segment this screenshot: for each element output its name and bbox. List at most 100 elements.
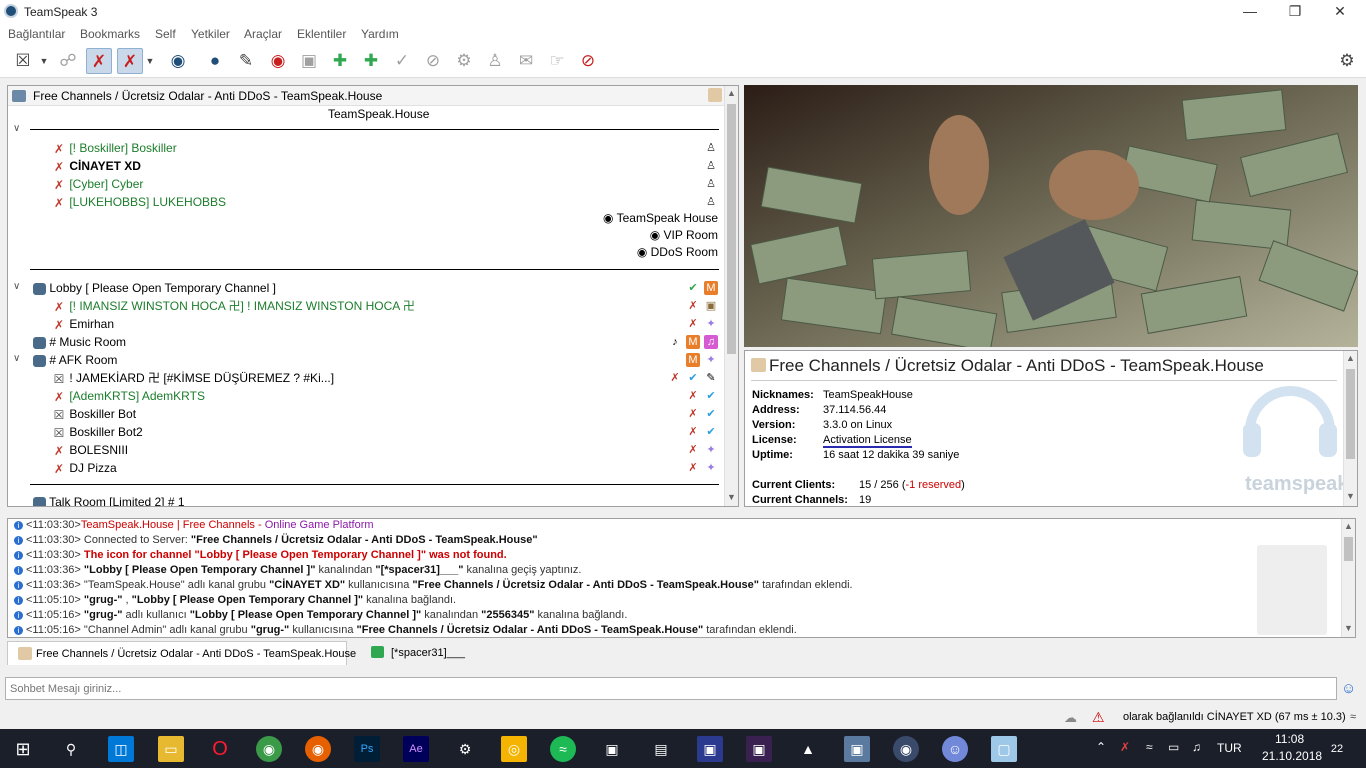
battery-icon[interactable]: ▭ <box>1168 740 1179 754</box>
chat-message-input[interactable] <box>5 677 1337 700</box>
collapse-toggle-icon[interactable]: ∨ <box>13 353 20 364</box>
subscribe-icon[interactable]: ✓ <box>389 48 415 74</box>
menu-araclar[interactable]: Araçlar <box>244 27 282 41</box>
network-app-icon[interactable]: ▣ <box>599 736 625 762</box>
record-icon[interactable]: ◉ <box>265 48 291 74</box>
license-link[interactable]: Activation License <box>823 434 912 448</box>
client-row[interactable]: ✗ BOLESNIII <box>52 441 128 459</box>
opera-icon[interactable]: O <box>207 736 233 762</box>
menu-self[interactable]: Self <box>155 27 176 41</box>
client-row[interactable]: ✗ [AdemKRTS] AdemKRTS <box>52 387 205 405</box>
log-scrollbar[interactable]: ▲ ▼ <box>1341 519 1355 637</box>
restore-button[interactable]: ❐ <box>1275 2 1315 22</box>
menu-bookmarks[interactable]: Bookmarks <box>80 27 140 41</box>
emoji-icon[interactable]: ☺ <box>1341 680 1356 697</box>
app-icon[interactable]: ▣ <box>844 736 870 762</box>
video-app-icon[interactable]: ▤ <box>648 736 674 762</box>
windows-start-icon[interactable]: ⊞ <box>10 736 36 762</box>
tab-channel[interactable]: [*spacer31]___ <box>363 641 473 665</box>
client-row[interactable]: ✗ DJ Pizza <box>52 459 117 477</box>
firefox-icon[interactable]: ◉ <box>305 736 331 762</box>
menu-baglantilar[interactable]: Bağlantılar <box>8 27 65 41</box>
network-tray-icon[interactable]: ≈ <box>1146 740 1153 754</box>
addon-gear-icon[interactable]: ⚙ <box>1334 48 1360 74</box>
client-row[interactable]: ✗ CİNAYET XD <box>52 157 141 175</box>
tab-server[interactable]: Free Channels / Ücretsiz Odalar - Anti D… <box>7 641 356 665</box>
chevron-down-icon[interactable]: ▼ <box>144 48 156 74</box>
scroll-down-icon[interactable]: ▼ <box>727 492 736 502</box>
store-icon[interactable]: ◫ <box>108 736 134 762</box>
scroll-down-icon[interactable]: ▼ <box>1344 623 1353 633</box>
warning-icon[interactable]: ⚠ <box>1092 709 1105 726</box>
notification-center-icon[interactable]: 22 <box>1326 739 1348 759</box>
clock-date[interactable]: 21.10.2018 <box>1262 749 1322 763</box>
user-icon[interactable]: ♙ <box>482 48 508 74</box>
server-header[interactable]: Free Channels / Ücretsiz Odalar - Anti D… <box>8 86 726 106</box>
scrollbar-thumb[interactable] <box>1346 369 1355 459</box>
scroll-up-icon[interactable]: ▲ <box>1344 521 1353 531</box>
scrollbar-thumb[interactable] <box>727 104 736 354</box>
mute-speakers-button[interactable]: ✗ <box>117 48 143 74</box>
away-icon[interactable]: ◉ <box>165 48 191 74</box>
client-row[interactable]: ☒ Boskiller Bot2 <box>52 423 143 441</box>
chevron-down-icon[interactable]: ▼ <box>38 48 50 74</box>
chrome-icon[interactable]: ◉ <box>256 736 282 762</box>
channel-afk-room[interactable]: # AFK Room <box>33 351 117 369</box>
app-icon[interactable]: ▢ <box>991 736 1017 762</box>
client-row[interactable]: ☒ Boskiller Bot <box>52 405 136 423</box>
client-row[interactable]: ✗ [! Boskiller] Boskiller <box>52 139 177 157</box>
channel-teamspeak-house[interactable]: ◉ TeamSpeak House <box>603 209 718 227</box>
blocklist-icon[interactable]: ⊘ <box>575 48 601 74</box>
steam-icon[interactable]: ⚙ <box>452 736 478 762</box>
settings-gear-icon[interactable]: ⚙ <box>451 48 477 74</box>
connect-icon[interactable]: ☒ <box>10 48 36 74</box>
contacts-icon[interactable]: ● <box>202 48 228 74</box>
chat-icon[interactable]: ✉ <box>513 48 539 74</box>
whisper-icon[interactable]: ✎ <box>233 48 259 74</box>
client-row[interactable]: ✗ Emirhan <box>52 315 114 333</box>
menu-yetkiler[interactable]: Yetkiler <box>191 27 230 41</box>
scrollbar-thumb[interactable] <box>1344 537 1353 561</box>
disconnect-icon[interactable]: ☍ <box>55 48 81 74</box>
channel-vip-room[interactable]: ◉ VIP Room <box>650 226 718 244</box>
search-icon[interactable]: ⚲ <box>58 736 84 762</box>
after-effects-icon[interactable]: Ae <box>403 736 429 762</box>
minimize-button[interactable]: — <box>1230 2 1270 22</box>
client-row[interactable]: ☒ ! JAMEKİARD 卍 [#KİMSE DÜŞÜREMEZ ? #Ki.… <box>52 369 334 387</box>
language-indicator[interactable]: TUR <box>1217 741 1242 755</box>
game-icon[interactable]: ▲ <box>795 736 821 762</box>
game-icon[interactable]: ▣ <box>697 736 723 762</box>
close-button[interactable]: ✕ <box>1320 2 1360 22</box>
spotify-icon[interactable]: ≈ <box>550 736 576 762</box>
app-icon[interactable]: ◎ <box>501 736 527 762</box>
add-bookmark-icon[interactable]: ✚ <box>327 48 353 74</box>
stop-icon[interactable]: ▣ <box>296 48 322 74</box>
scroll-down-icon[interactable]: ▼ <box>1346 491 1355 501</box>
scroll-up-icon[interactable]: ▲ <box>1346 353 1355 363</box>
menu-eklentiler[interactable]: Eklentiler <box>297 27 346 41</box>
channel-lobby[interactable]: Lobby [ Please Open Temporary Channel ] <box>33 279 276 297</box>
create-channel-icon[interactable]: ✚ <box>358 48 384 74</box>
teamspeak-taskbar-icon[interactable]: ◉ <box>893 736 919 762</box>
channel-tree[interactable]: Free Channels / Ücretsiz Odalar - Anti D… <box>7 85 739 507</box>
menu-yardim[interactable]: Yardım <box>361 27 399 41</box>
client-row[interactable]: ✗ [! IMANSIZ WINSTON HOCA 卍] ! IMANSIZ W… <box>52 297 415 315</box>
client-row[interactable]: ✗ [LUKEHOBBS] LUKEHOBBS <box>52 193 226 211</box>
info-scrollbar[interactable]: ▲ ▼ <box>1343 351 1357 506</box>
mute-microphone-button[interactable]: ✗ <box>86 48 112 74</box>
photoshop-icon[interactable]: Ps <box>354 736 380 762</box>
clock-time[interactable]: 11:08 <box>1275 732 1304 746</box>
client-row[interactable]: ✗ [Cyber] Cyber <box>52 175 143 193</box>
tray-chevron-icon[interactable]: ⌃ <box>1096 740 1106 754</box>
game-icon[interactable]: ▣ <box>746 736 772 762</box>
volume-icon[interactable]: ♫ <box>1192 740 1201 754</box>
mic-tray-icon[interactable]: ✗ <box>1120 740 1130 754</box>
channel-music-room[interactable]: # Music Room <box>33 333 126 351</box>
discord-icon[interactable]: ☺ <box>942 736 968 762</box>
poke-icon[interactable]: ☞ <box>544 48 570 74</box>
unsubscribe-icon[interactable]: ⊘ <box>420 48 446 74</box>
collapse-toggle-icon[interactable]: ∨ <box>13 281 20 292</box>
collapse-toggle-icon[interactable]: ∨ <box>13 123 20 134</box>
file-explorer-icon[interactable]: ▭ <box>158 736 184 762</box>
scroll-up-icon[interactable]: ▲ <box>727 88 736 98</box>
